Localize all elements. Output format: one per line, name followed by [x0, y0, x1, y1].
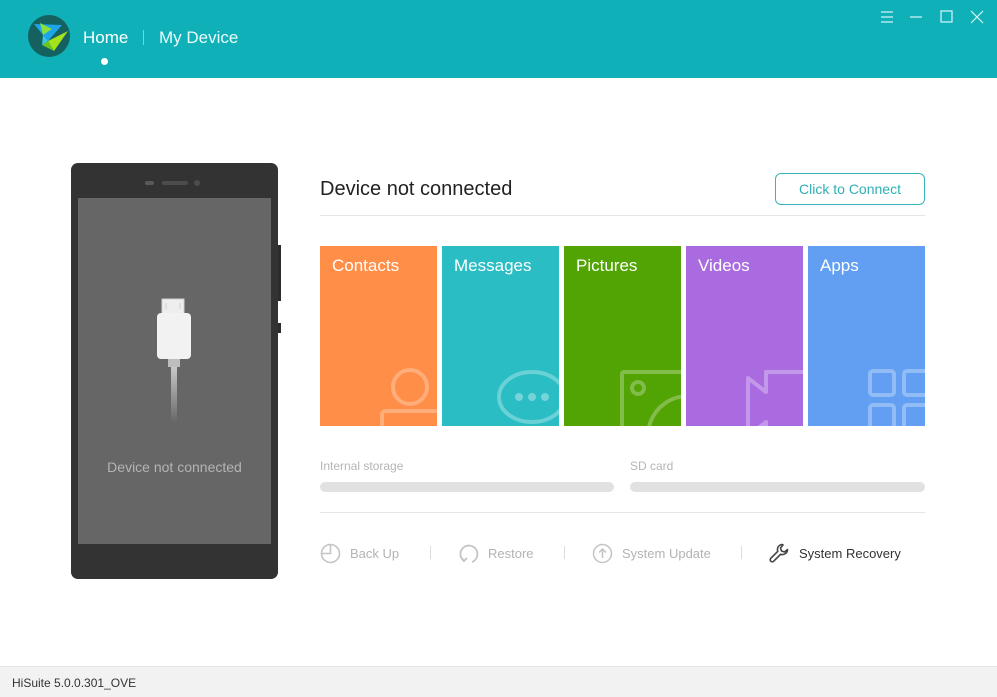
nav-divider — [143, 30, 144, 45]
backup-label: Back Up — [350, 545, 400, 561]
nav-home[interactable]: Home — [83, 28, 128, 48]
restore-icon — [459, 544, 479, 563]
hisuite-logo-icon — [28, 15, 70, 57]
menu-icon[interactable] — [879, 8, 897, 26]
wrench-icon — [769, 543, 789, 563]
action-divider — [430, 546, 431, 559]
tile-apps[interactable]: Apps — [808, 246, 925, 426]
phone-side-button — [278, 245, 281, 301]
tile-pictures[interactable]: Pictures — [564, 246, 681, 426]
connection-status-title: Device not connected — [320, 178, 513, 200]
phone-speaker — [162, 181, 188, 185]
action-divider — [564, 546, 565, 559]
message-icon — [497, 370, 559, 424]
internal-storage-bar — [320, 482, 614, 492]
picture-icon — [620, 370, 681, 426]
divider — [320, 512, 925, 513]
divider — [320, 215, 925, 216]
backup-button[interactable]: Back Up — [320, 541, 399, 565]
close-icon[interactable] — [968, 8, 986, 26]
connect-button[interactable]: Click to Connect — [775, 173, 925, 205]
phone-side-button — [278, 323, 281, 333]
phone-screen: Device not connected — [78, 198, 271, 544]
tile-contacts[interactable]: Contacts — [320, 246, 437, 426]
status-bar: HiSuite 5.0.0.301_OVE — [0, 666, 997, 697]
sd-card-label: SD card — [630, 459, 674, 473]
apps-icon — [868, 369, 925, 426]
system-update-icon — [592, 543, 613, 563]
restore-button[interactable]: Restore — [458, 541, 534, 565]
nav-my-device[interactable]: My Device — [159, 28, 238, 48]
video-icon — [746, 370, 803, 426]
internal-storage-label: Internal storage — [320, 459, 404, 473]
minimize-icon[interactable] — [908, 8, 926, 26]
version-text: HiSuite 5.0.0.301_OVE — [12, 676, 137, 690]
maximize-icon[interactable] — [938, 8, 956, 26]
active-nav-indicator — [101, 58, 108, 65]
phone-illustration: Device not connected — [71, 163, 281, 579]
system-update-button[interactable]: System Update — [592, 541, 711, 565]
title-bar: Home My Device — [0, 0, 997, 78]
usb-cable-icon — [157, 298, 191, 423]
tile-videos[interactable]: Videos — [686, 246, 803, 426]
action-divider — [741, 546, 742, 559]
system-update-label: System Update — [622, 545, 711, 561]
phone-camera — [194, 180, 200, 186]
backup-icon — [320, 543, 341, 563]
phone-sensor — [145, 181, 154, 185]
sd-card-bar — [630, 482, 925, 492]
system-recovery-button[interactable]: System Recovery — [768, 541, 901, 565]
phone-status-text: Device not connected — [107, 459, 242, 475]
contact-icon — [380, 368, 437, 426]
tile-messages[interactable]: Messages — [442, 246, 559, 426]
system-recovery-label: System Recovery — [799, 545, 901, 561]
restore-label: Restore — [488, 545, 534, 561]
